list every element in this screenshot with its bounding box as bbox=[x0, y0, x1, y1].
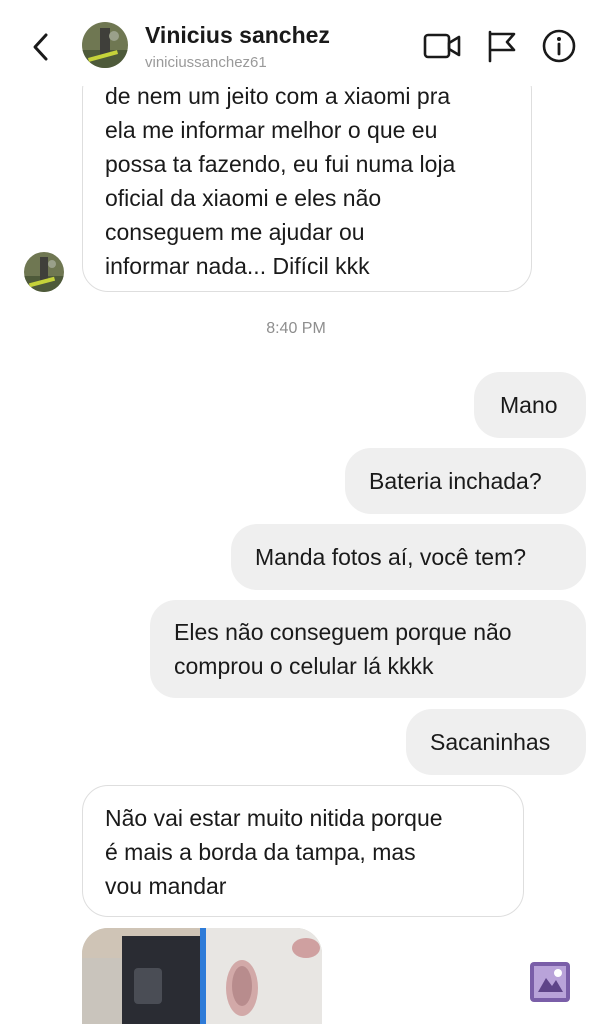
message-line: vou mandar bbox=[105, 873, 227, 899]
avatar[interactable] bbox=[82, 22, 128, 68]
outgoing-message[interactable]: Mano bbox=[474, 372, 586, 438]
message-line: Não vai estar muito nitida porque bbox=[105, 805, 443, 831]
video-call-icon[interactable] bbox=[422, 28, 462, 64]
contact-username[interactable]: viniciussanchez61 bbox=[145, 54, 267, 71]
outgoing-message[interactable]: Eles não conseguem porque não comprou o … bbox=[150, 600, 586, 698]
message-line: Eles não conseguem porque não bbox=[174, 619, 512, 645]
photo-message[interactable] bbox=[82, 928, 322, 1024]
message-line: é mais a borda da tampa, mas bbox=[105, 839, 416, 865]
dm-conversation-screen: Vinicius sanchez viniciussanchez61 de ne… bbox=[0, 0, 592, 1024]
message-timestamp: 8:40 PM bbox=[266, 320, 326, 337]
message-line: ela me informar melhor o que eu bbox=[105, 117, 438, 143]
outgoing-message[interactable]: Manda fotos aí, você tem? bbox=[231, 524, 586, 590]
incoming-message[interactable]: de nem um jeito com a xiaomi pra ela me … bbox=[82, 64, 532, 292]
message-line: Bateria inchada? bbox=[369, 468, 542, 494]
flag-icon[interactable] bbox=[483, 28, 523, 64]
back-chevron-icon[interactable] bbox=[26, 30, 56, 64]
contact-name[interactable]: Vinicius sanchez bbox=[145, 22, 330, 49]
message-line: conseguem me ajudar ou bbox=[105, 219, 365, 245]
message-line: Manda fotos aí, você tem? bbox=[255, 544, 527, 570]
message-line: oficial da xiaomi e eles não bbox=[105, 185, 382, 211]
info-icon[interactable] bbox=[540, 28, 580, 64]
message-line: informar nada... Difícil kkk bbox=[105, 253, 370, 279]
outgoing-message[interactable]: Sacaninhas bbox=[406, 709, 586, 775]
message-line: comprou o celular lá kkkk bbox=[174, 653, 434, 679]
chat-header: Vinicius sanchez viniciussanchez61 bbox=[0, 0, 592, 86]
message-line: Mano bbox=[500, 392, 558, 418]
incoming-message[interactable]: Não vai estar muito nitida porque é mais… bbox=[82, 785, 524, 917]
message-line: Sacaninhas bbox=[430, 729, 551, 755]
overlay-badge-icon bbox=[530, 962, 570, 1002]
outgoing-message[interactable]: Bateria inchada? bbox=[345, 448, 586, 514]
sender-avatar[interactable] bbox=[24, 252, 64, 292]
message-line: possa ta fazendo, eu fui numa loja bbox=[105, 151, 456, 177]
